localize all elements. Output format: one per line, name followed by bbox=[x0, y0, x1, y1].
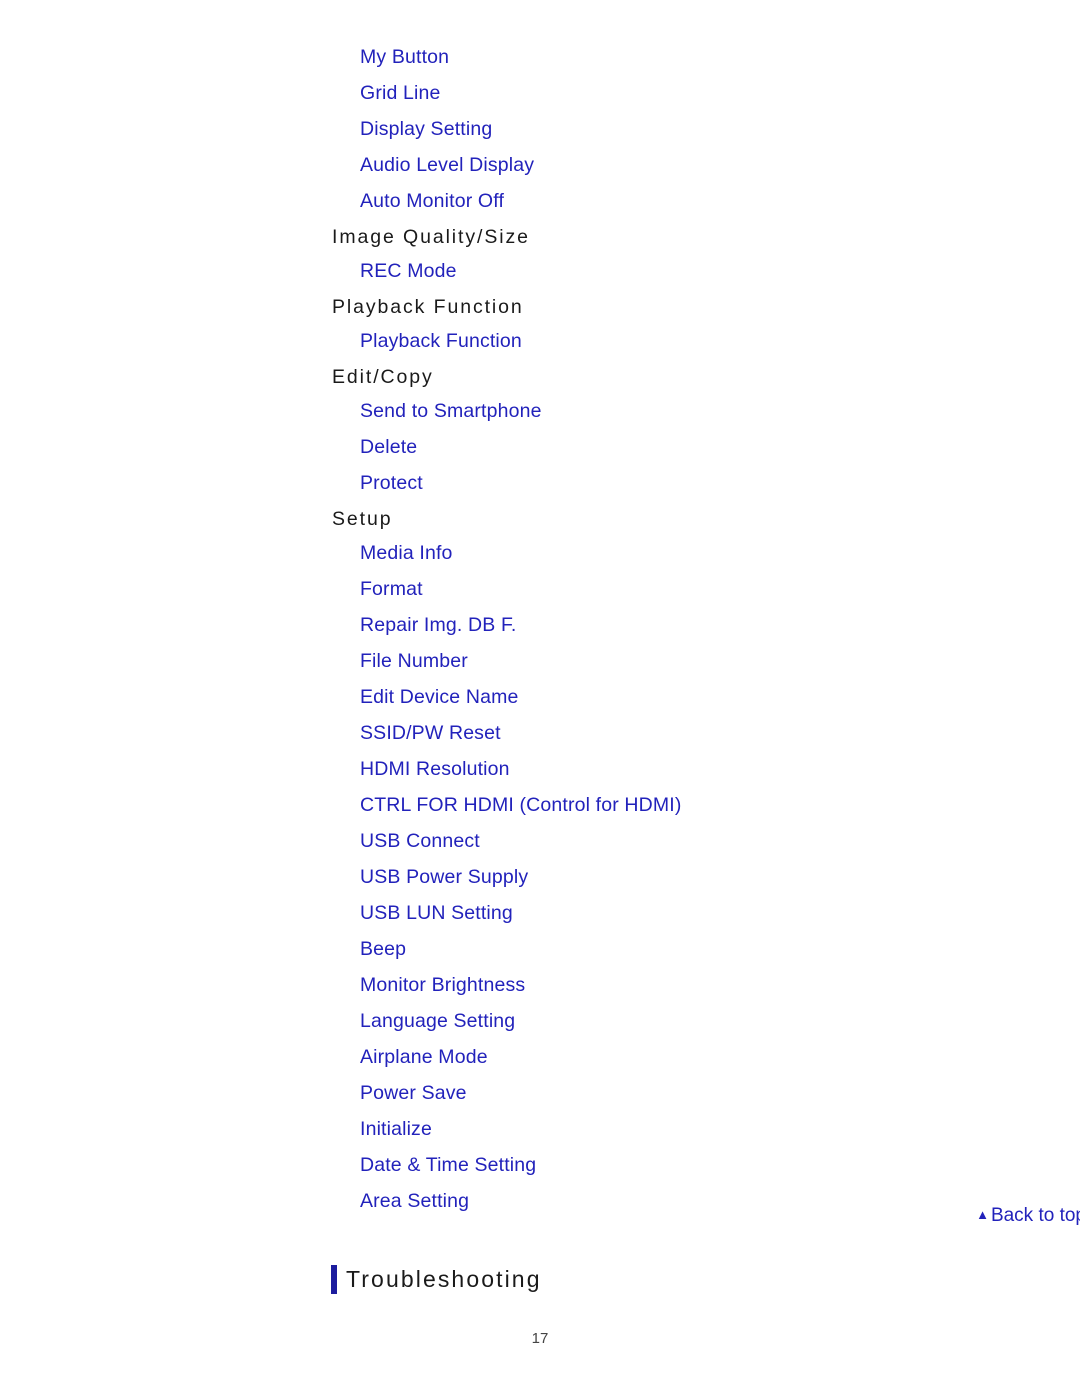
toc-link[interactable]: Date & Time Setting bbox=[360, 1154, 536, 1176]
toc-link[interactable]: Send to Smartphone bbox=[360, 400, 542, 422]
toc-link[interactable]: SSID/PW Reset bbox=[360, 722, 501, 744]
section-heading: Setup bbox=[332, 508, 393, 530]
list-item: Media Info bbox=[360, 536, 1032, 572]
toc-link[interactable]: Beep bbox=[360, 938, 406, 960]
list-item: Language Setting bbox=[360, 1004, 1032, 1040]
section-link-list: Playback Function bbox=[332, 324, 1032, 360]
toc-section: Setup Media Info Format Repair Img. DB F… bbox=[332, 502, 1032, 1220]
toc-link[interactable]: Audio Level Display bbox=[360, 154, 534, 176]
toc-link[interactable]: Language Setting bbox=[360, 1010, 515, 1032]
continued-link-list: My Button Grid Line Display Setting Audi… bbox=[332, 40, 1032, 220]
list-item: Auto Monitor Off bbox=[360, 184, 1032, 220]
document-page: My Button Grid Line Display Setting Audi… bbox=[0, 0, 1080, 1397]
toc-link[interactable]: Auto Monitor Off bbox=[360, 190, 504, 212]
toc-content: My Button Grid Line Display Setting Audi… bbox=[332, 40, 1032, 1220]
list-item: Airplane Mode bbox=[360, 1040, 1032, 1076]
list-item: Power Save bbox=[360, 1076, 1032, 1112]
section-link-list: Send to Smartphone Delete Protect bbox=[332, 394, 1032, 502]
section-link-list: Media Info Format Repair Img. DB F. File… bbox=[332, 536, 1032, 1220]
toc-link[interactable]: Media Info bbox=[360, 542, 453, 564]
toc-link[interactable]: My Button bbox=[360, 46, 449, 68]
toc-link[interactable]: Edit Device Name bbox=[360, 686, 518, 708]
section-link-list: REC Mode bbox=[332, 254, 1032, 290]
list-item: Initialize bbox=[360, 1112, 1032, 1148]
toc-section: Image Quality/Size REC Mode bbox=[332, 220, 1032, 290]
section-heading: Image Quality/Size bbox=[332, 226, 530, 248]
list-item: My Button bbox=[360, 40, 1032, 76]
list-item: Audio Level Display bbox=[360, 148, 1032, 184]
toc-link[interactable]: Initialize bbox=[360, 1118, 432, 1140]
toc-section: Playback Function Playback Function bbox=[332, 290, 1032, 360]
toc-link[interactable]: Airplane Mode bbox=[360, 1046, 488, 1068]
toc-link[interactable]: Grid Line bbox=[360, 82, 440, 104]
toc-link[interactable]: Display Setting bbox=[360, 118, 492, 140]
accent-bar bbox=[331, 1265, 337, 1294]
toc-link[interactable]: Playback Function bbox=[360, 330, 522, 352]
list-item: Playback Function bbox=[360, 324, 1032, 360]
list-item: Send to Smartphone bbox=[360, 394, 1032, 430]
toc-section: Edit/Copy Send to Smartphone Delete Prot… bbox=[332, 360, 1032, 502]
back-to-top-link[interactable]: ▲ Back to top bbox=[976, 1205, 1080, 1226]
toc-link[interactable]: CTRL FOR HDMI (Control for HDMI) bbox=[360, 794, 682, 816]
list-item: CTRL FOR HDMI (Control for HDMI) bbox=[360, 788, 1032, 824]
chapter-title-row: Troubleshooting bbox=[331, 1265, 542, 1294]
toc-link[interactable]: Format bbox=[360, 578, 423, 600]
list-item: REC Mode bbox=[360, 254, 1032, 290]
triangle-up-icon: ▲ bbox=[976, 1207, 989, 1222]
list-item: USB Power Supply bbox=[360, 860, 1032, 896]
list-item: Beep bbox=[360, 932, 1032, 968]
list-item: HDMI Resolution bbox=[360, 752, 1032, 788]
list-item: File Number bbox=[360, 644, 1032, 680]
back-to-top-row: ▲ Back to top bbox=[332, 1205, 1080, 1227]
toc-link[interactable]: REC Mode bbox=[360, 260, 457, 282]
list-item: Grid Line bbox=[360, 76, 1032, 112]
back-to-top-label: Back to top bbox=[990, 1205, 1080, 1226]
toc-link[interactable]: Protect bbox=[360, 472, 423, 494]
toc-link[interactable]: USB LUN Setting bbox=[360, 902, 513, 924]
toc-link[interactable]: File Number bbox=[360, 650, 468, 672]
list-item: USB Connect bbox=[360, 824, 1032, 860]
list-item: Repair Img. DB F. bbox=[360, 608, 1032, 644]
toc-link[interactable]: Repair Img. DB F. bbox=[360, 614, 516, 636]
list-item: Date & Time Setting bbox=[360, 1148, 1032, 1184]
toc-link[interactable]: HDMI Resolution bbox=[360, 758, 510, 780]
list-item: Edit Device Name bbox=[360, 680, 1032, 716]
section-heading: Edit/Copy bbox=[332, 366, 434, 388]
toc-link[interactable]: Delete bbox=[360, 436, 417, 458]
list-item: Display Setting bbox=[360, 112, 1032, 148]
list-item: SSID/PW Reset bbox=[360, 716, 1032, 752]
toc-link[interactable]: USB Power Supply bbox=[360, 866, 528, 888]
toc-link[interactable]: Monitor Brightness bbox=[360, 974, 525, 996]
list-item: Format bbox=[360, 572, 1032, 608]
chapter-title: Troubleshooting bbox=[346, 1266, 542, 1292]
list-item: USB LUN Setting bbox=[360, 896, 1032, 932]
list-item: Protect bbox=[360, 466, 1032, 502]
toc-link[interactable]: USB Connect bbox=[360, 830, 480, 852]
page-number: 17 bbox=[531, 1330, 549, 1347]
list-item: Monitor Brightness bbox=[360, 968, 1032, 1004]
toc-link[interactable]: Power Save bbox=[360, 1082, 467, 1104]
list-item: Delete bbox=[360, 430, 1032, 466]
section-heading: Playback Function bbox=[332, 296, 524, 318]
